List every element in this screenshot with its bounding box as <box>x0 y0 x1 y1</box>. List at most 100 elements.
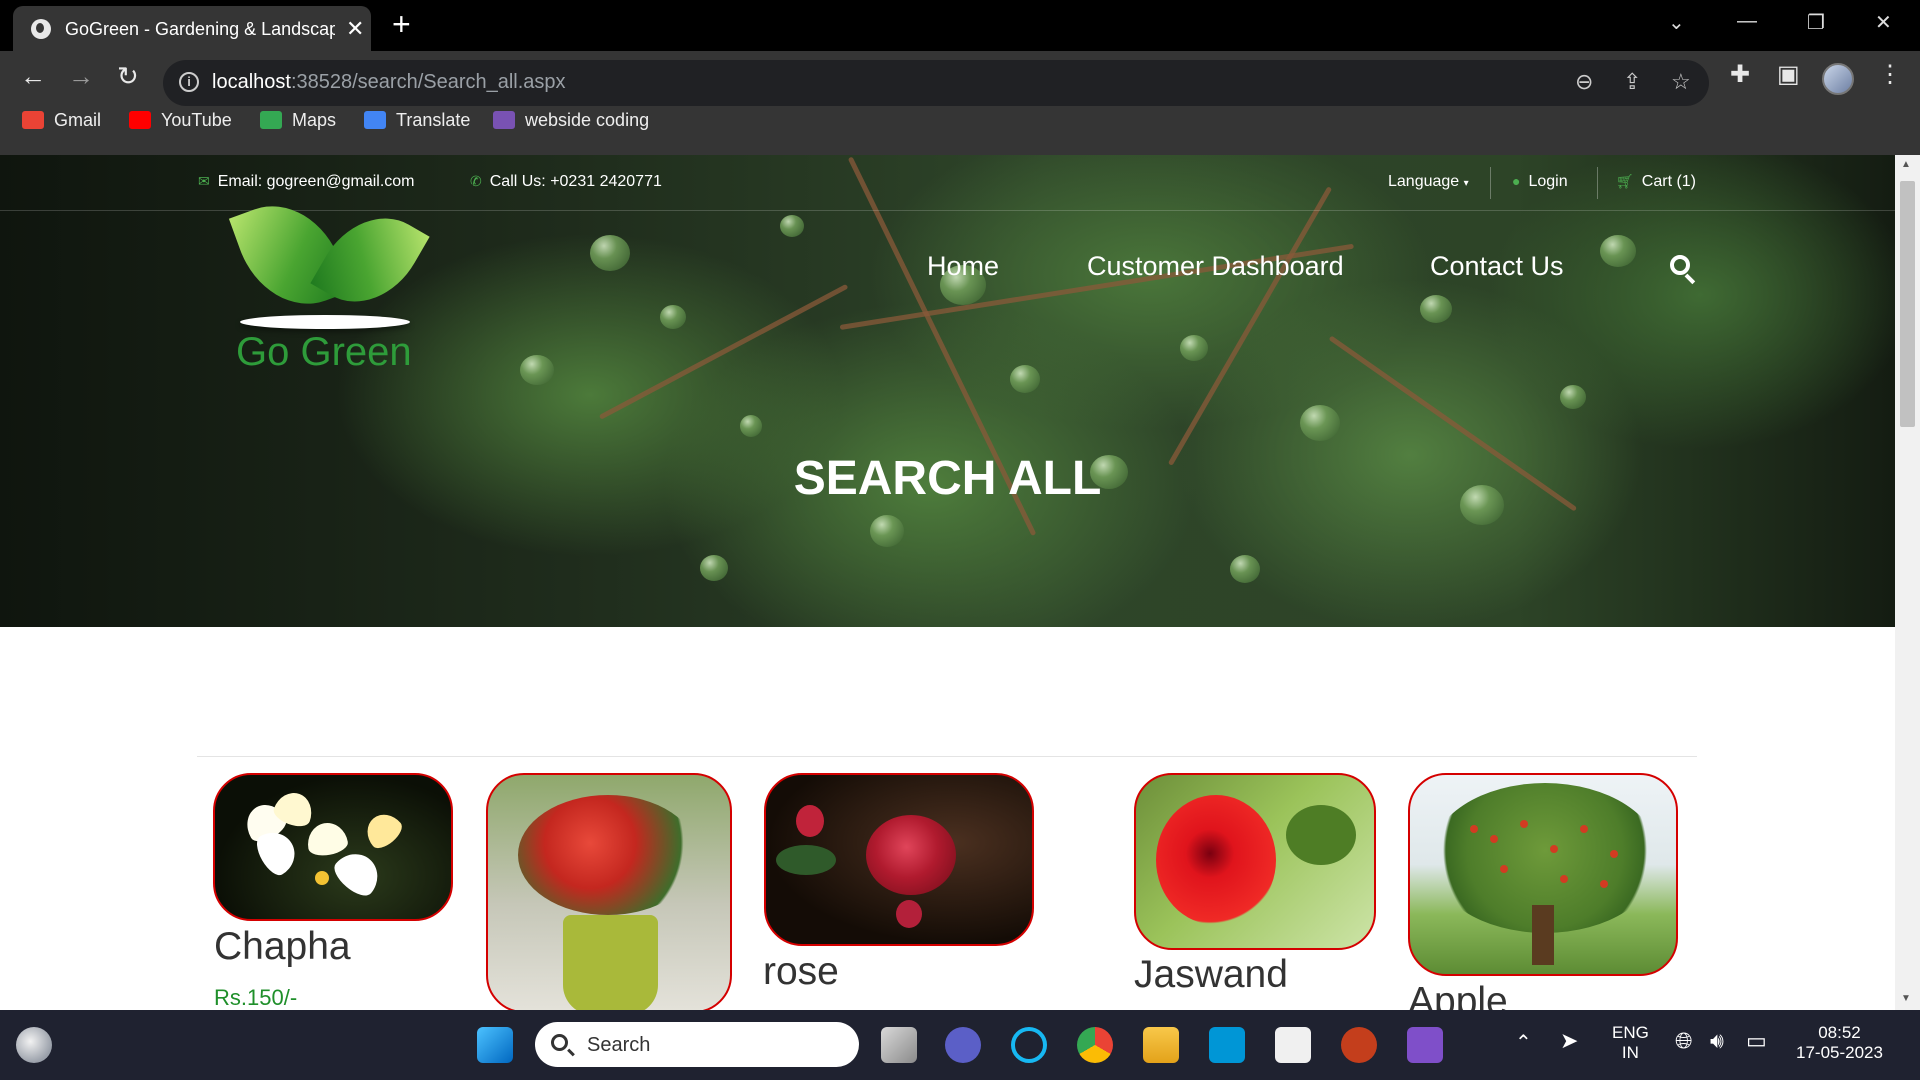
powerpoint-icon[interactable] <box>1341 1027 1377 1063</box>
water-drop-decoration <box>660 305 686 329</box>
water-drop-decoration <box>520 355 554 385</box>
product-name[interactable]: rose <box>763 950 839 994</box>
myhp-icon[interactable] <box>1209 1027 1245 1063</box>
scroll-down-icon[interactable]: ▼ <box>1901 993 1911 1004</box>
reload-icon[interactable]: ↻ <box>117 61 139 92</box>
product-name[interactable]: Chapha <box>214 925 351 969</box>
page-scrollbar[interactable]: ▲ ▼ <box>1895 155 1920 1010</box>
weather-icon[interactable] <box>16 1027 52 1063</box>
bookmark-star-icon[interactable]: ☆ <box>1671 69 1691 95</box>
page-viewport: ✉ Email: gogreen@gmail.com ✆ Call Us: +023… <box>0 155 1920 1010</box>
section-divider <box>197 756 1697 757</box>
menu-kebab-icon[interactable]: ⋮ <box>1878 60 1902 89</box>
show-hidden-icons-icon[interactable]: ⌃ <box>1515 1030 1532 1055</box>
share-icon[interactable]: ⇪ <box>1623 69 1641 95</box>
page-title: SEARCH ALL <box>793 452 1102 505</box>
browser-toolbar: ← → ↻ i localhost:38528/search/Search_al… <box>0 51 1920 155</box>
tab-search-chevron-icon[interactable]: ⌄ <box>1668 10 1685 35</box>
search-icon[interactable] <box>1670 255 1696 285</box>
network-icon[interactable]: 🌐︎ <box>1675 1028 1693 1054</box>
bookmark-gmail[interactable]: Gmail <box>22 110 101 142</box>
chrome-icon[interactable] <box>1077 1027 1113 1063</box>
product-price: Rs.150/- <box>214 985 298 1010</box>
site-globe-icon <box>31 19 51 39</box>
product-image-jaswand[interactable] <box>1134 773 1376 950</box>
scroll-up-icon[interactable]: ▲ <box>1901 159 1911 170</box>
task-view-icon[interactable] <box>881 1027 917 1063</box>
water-drop-decoration <box>1180 335 1208 361</box>
product-name[interactable]: Apple <box>1408 980 1508 1010</box>
file-explorer-icon[interactable] <box>1143 1027 1179 1063</box>
nav-home[interactable]: Home <box>927 251 999 282</box>
product-image-chapha[interactable] <box>213 773 453 921</box>
location-icon[interactable]: ➤ <box>1560 1028 1578 1054</box>
back-icon[interactable]: ← <box>20 61 46 92</box>
bookmark-maps[interactable]: Maps <box>260 110 336 142</box>
restore-icon[interactable]: ❐ <box>1807 10 1825 35</box>
close-window-icon[interactable]: ✕ <box>1875 10 1892 35</box>
language-dropdown[interactable]: Language ▾ <box>1388 173 1469 191</box>
taskbar-search[interactable]: Search <box>535 1022 859 1067</box>
bootstrap-icon <box>493 111 515 129</box>
clock[interactable]: 08:52 17-05-2023 <box>1796 1023 1883 1063</box>
browser-tab[interactable]: GoGreen - Gardening & Landscap ✕ <box>13 6 371 51</box>
forward-icon[interactable]: → <box>68 61 94 92</box>
nav-customer-dashboard[interactable]: Customer Dashboard <box>1087 251 1344 282</box>
water-drop-decoration <box>1420 295 1452 323</box>
nav-contact-us[interactable]: Contact Us <box>1430 251 1564 282</box>
cortana-icon[interactable] <box>1011 1027 1047 1063</box>
bookmark-translate[interactable]: Translate <box>364 110 470 142</box>
caret-down-icon: ▾ <box>1463 178 1469 189</box>
input-language[interactable]: ENG IN <box>1612 1023 1649 1063</box>
zoom-icon[interactable]: ⊖ <box>1575 69 1593 95</box>
mail-icon: ✉ <box>198 173 210 189</box>
bookmark-youtube[interactable]: YouTube <box>129 110 232 142</box>
phone-contact[interactable]: ✆ Call Us: +0231 2420771 <box>470 173 662 191</box>
hero-banner: ✉ Email: gogreen@gmail.com ✆ Call Us: +023… <box>0 155 1895 627</box>
bookmark-webside-coding[interactable]: webside coding <box>493 110 649 142</box>
side-panel-icon[interactable]: ▣ <box>1777 60 1800 89</box>
microsoft-store-icon[interactable] <box>1275 1027 1311 1063</box>
logo-text: Go Green <box>236 330 412 374</box>
water-drop-decoration <box>590 235 630 271</box>
scrollbar-thumb[interactable] <box>1900 181 1915 427</box>
battery-icon[interactable]: ▭ <box>1746 1028 1767 1054</box>
water-drop-decoration <box>870 515 904 547</box>
user-icon: ● <box>1512 173 1521 189</box>
login-link[interactable]: ● Login <box>1512 173 1568 191</box>
close-tab-icon[interactable]: ✕ <box>346 16 364 42</box>
new-tab-icon[interactable]: + <box>392 6 411 43</box>
water-drop-decoration <box>1600 235 1636 267</box>
water-drop-decoration <box>1010 365 1040 393</box>
teams-chat-icon[interactable] <box>945 1027 981 1063</box>
product-image-apple[interactable] <box>1408 773 1678 976</box>
product-image-rose[interactable] <box>764 773 1034 946</box>
windows-start-icon[interactable] <box>477 1027 513 1063</box>
water-drop-decoration <box>740 415 762 437</box>
topbar-separator <box>1490 167 1491 199</box>
leaf-vein-decoration <box>598 283 849 420</box>
water-drop-decoration <box>1560 385 1586 409</box>
address-bar[interactable]: i localhost:38528/search/Search_all.aspx… <box>163 60 1709 106</box>
logo-dish <box>240 315 410 329</box>
phone-icon: ✆ <box>470 173 482 189</box>
translate-icon <box>364 111 386 129</box>
product-name[interactable]: Jaswand <box>1134 953 1288 997</box>
volume-icon[interactable]: 🔊︎ <box>1710 1028 1724 1054</box>
water-drop-decoration <box>700 555 728 581</box>
product-image-potted-plant[interactable] <box>486 773 732 1010</box>
extensions-icon[interactable]: ✚ <box>1730 60 1750 89</box>
gmail-icon <box>22 111 44 129</box>
maps-icon <box>260 111 282 129</box>
water-drop-decoration <box>780 215 804 237</box>
url-text[interactable]: localhost:38528/search/Search_all.aspx <box>212 71 566 94</box>
taskbar-search-label: Search <box>587 1034 651 1056</box>
profile-avatar[interactable] <box>1822 63 1854 95</box>
search-icon <box>551 1034 568 1051</box>
visual-studio-icon[interactable] <box>1407 1027 1443 1063</box>
tab-title: GoGreen - Gardening & Landscap <box>65 19 335 39</box>
browser-tab-strip: GoGreen - Gardening & Landscap ✕ + ⌄ — ❐… <box>0 0 1920 51</box>
site-info-icon[interactable]: i <box>179 72 199 92</box>
minimize-icon[interactable]: — <box>1737 10 1757 33</box>
cart-link[interactable]: 🛒︎ Cart (1) <box>1616 173 1696 191</box>
